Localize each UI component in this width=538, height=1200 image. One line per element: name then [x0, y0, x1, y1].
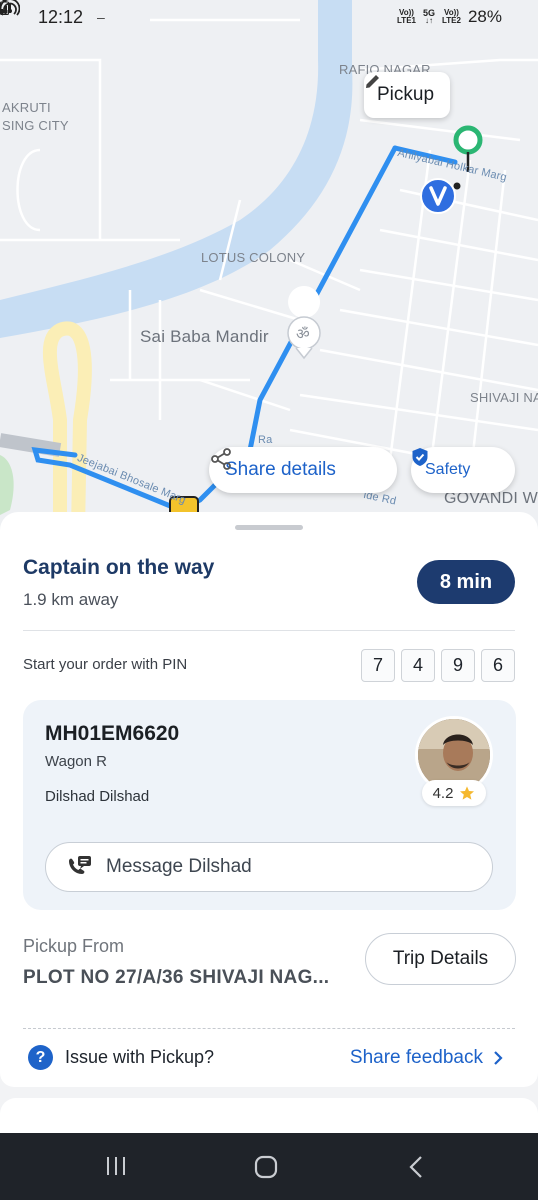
status-bar: 12:12 – Vo)) LTE1 5G ↓↑ Vo)) LTE2 28%: [0, 0, 538, 34]
shield-check-icon: [412, 448, 428, 466]
issue-label: Issue with Pickup?: [65, 1047, 215, 1067]
share-feedback-label: Share feedback: [349, 1047, 483, 1068]
pin-digit: 7: [361, 649, 395, 682]
system-nav-bar: [0, 1133, 538, 1200]
home-icon[interactable]: [254, 1155, 278, 1179]
park-area: [0, 455, 14, 515]
pickup-edit-chip[interactable]: Pickup: [364, 72, 451, 118]
vehicle-model: Wagon R: [45, 753, 107, 770]
pickup-chip-label: Pickup: [377, 84, 435, 105]
star-icon: [460, 786, 475, 800]
battery-icon: [0, 0, 9, 15]
rating-value: 4.2: [432, 784, 454, 802]
safety-label: Safety: [425, 461, 471, 478]
share-details-label: Share details: [225, 459, 336, 480]
share-details-button[interactable]: Share details: [209, 447, 397, 493]
dashed-divider: [23, 1028, 515, 1029]
recents-icon[interactable]: [104, 1155, 128, 1177]
network-indicator: 5G ↓↑: [422, 8, 435, 25]
location-marker: [420, 178, 456, 214]
trip-details-button[interactable]: Trip Details: [365, 933, 516, 985]
chevron-right-icon: [494, 1051, 503, 1065]
grey-road: [0, 433, 62, 457]
sheet-handle[interactable]: [235, 525, 303, 530]
divider: [23, 630, 515, 631]
map-label-road-ra: Ra: [258, 434, 273, 446]
pin-digit: 4: [401, 649, 435, 682]
chat-phone-icon: [69, 856, 91, 874]
pencil-icon: [366, 75, 379, 88]
pin-code: 7 4 9 6: [361, 649, 515, 682]
map-label-akruti: AKRUTI: [2, 100, 51, 115]
battery-percent: 28%: [467, 7, 502, 26]
map-view[interactable]: ॐ RAFIQ NAGAR AKRUTI SING CITY LOTUS COL…: [0, 0, 538, 530]
help-icon: ?: [28, 1045, 53, 1070]
trip-sheet: Captain on the way 1.9 km away 8 min Sta…: [0, 512, 538, 1087]
pickup-from-label: Pickup From: [23, 936, 125, 956]
share-icon: [211, 448, 231, 470]
safety-button[interactable]: Safety: [411, 447, 515, 493]
sim1-indicator: Vo)) LTE1: [397, 8, 416, 25]
svg-text:ॐ: ॐ: [296, 325, 310, 343]
issue-with-pickup[interactable]: ? Issue with Pickup?: [28, 1045, 214, 1070]
back-icon[interactable]: [408, 1155, 424, 1179]
status-dash: –: [97, 9, 105, 25]
trip-distance: 1.9 km away: [23, 590, 119, 609]
pickup-address: PLOT NO 27/A/36 SHIVAJI NAG...: [23, 967, 330, 988]
map-label-lotus: LOTUS COLONY: [201, 250, 306, 265]
trip-status-title: Captain on the way: [23, 556, 215, 579]
map-label-sai-baba: Sai Baba Mandir: [140, 327, 269, 346]
pin-label: Start your order with PIN: [23, 656, 188, 673]
share-feedback-link[interactable]: Share feedback: [350, 1047, 503, 1069]
map-label-shivaji: SHIVAJI NA: [470, 390, 538, 405]
pin-digit: 6: [481, 649, 515, 682]
eta-badge: 8 min: [417, 560, 515, 604]
pickup-pin: [453, 125, 483, 155]
vehicle-plate: MH01EM6620: [45, 722, 180, 745]
map-label-akruti-2: SING CITY: [2, 118, 69, 133]
highway-road: [42, 321, 92, 530]
secondary-sheet: [0, 1098, 538, 1138]
driver-card: MH01EM6620 Wagon R Dilshad Dilshad 4.2 M…: [23, 700, 516, 910]
driver-rating: 4.2: [422, 780, 486, 806]
sim2-indicator: Vo)) LTE2: [442, 8, 461, 25]
status-time: 12:12: [38, 6, 84, 27]
message-driver-button[interactable]: Message Dilshad: [45, 842, 493, 892]
pin-digit: 9: [441, 649, 475, 682]
message-driver-label: Message Dilshad: [106, 856, 252, 877]
driver-name: Dilshad Dilshad: [45, 788, 150, 805]
